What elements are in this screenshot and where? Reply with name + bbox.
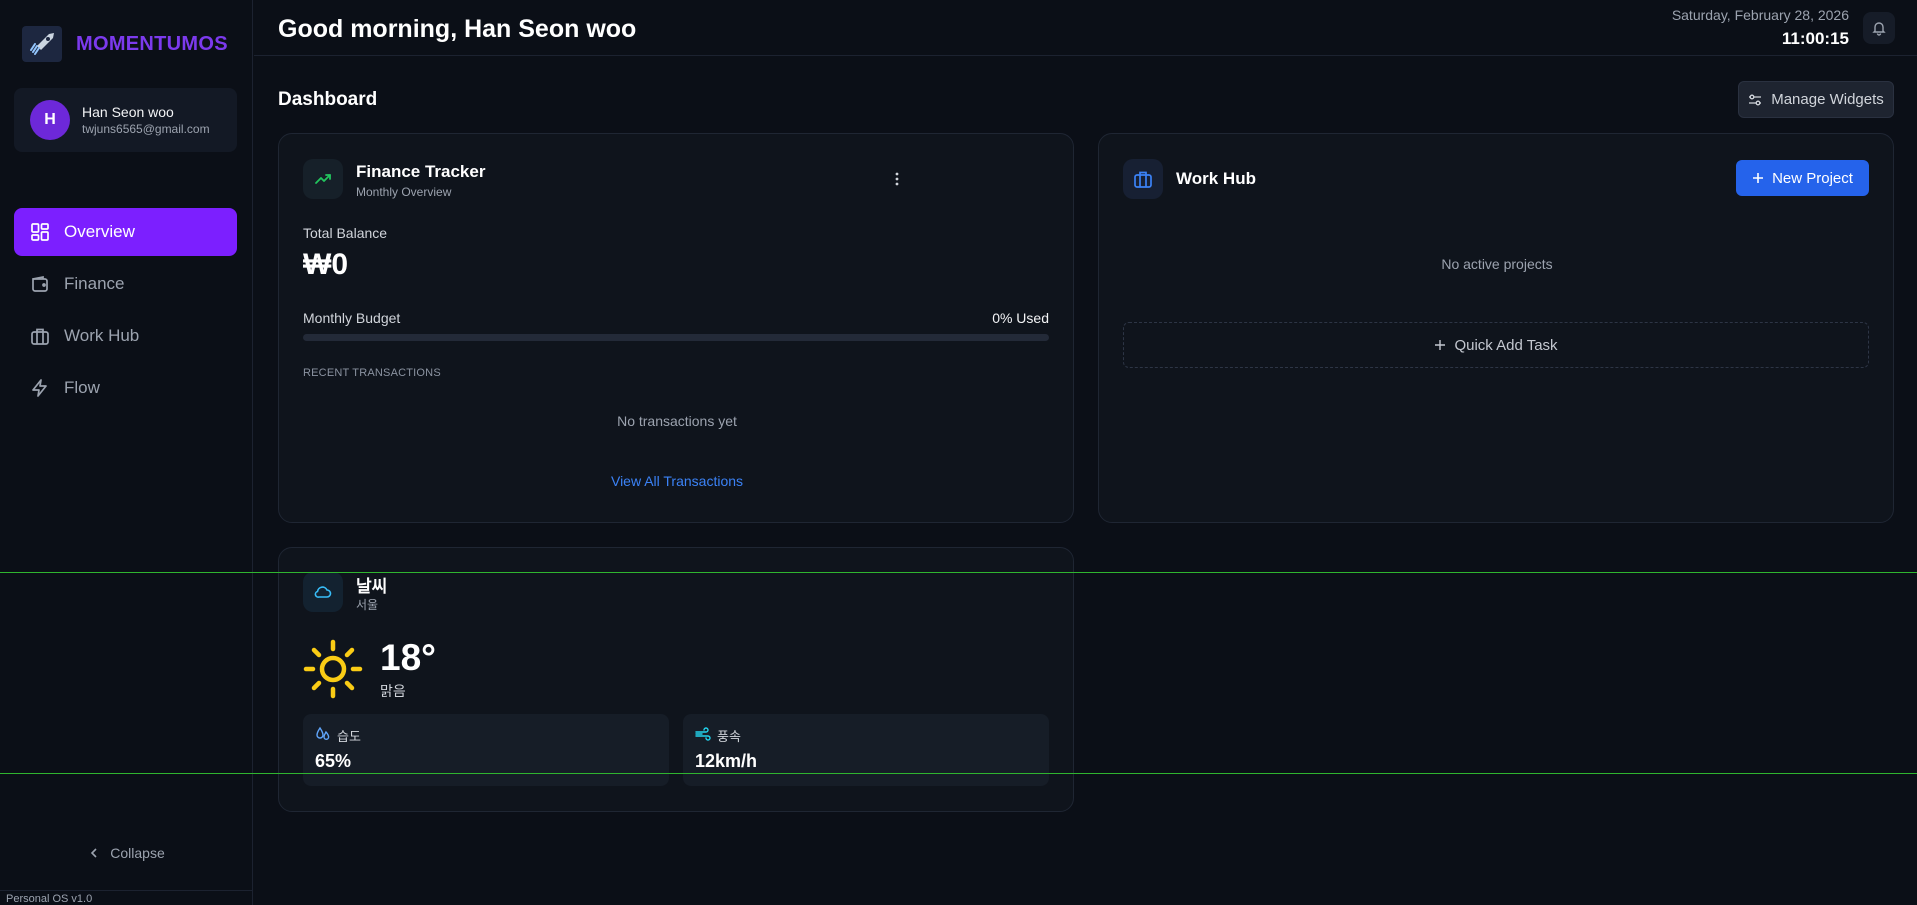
trend-up-icon [303, 159, 343, 199]
brand[interactable]: MOMENTUMOS [22, 26, 228, 62]
brand-name: MOMENTUMOS [76, 32, 228, 55]
lightning-icon [32, 379, 47, 397]
top-bar: Good morning, Han Seon woo Saturday, Feb… [254, 0, 1917, 56]
new-project-label: New Project [1772, 169, 1853, 187]
briefcase-icon [31, 328, 49, 345]
quick-add-task-label: Quick Add Task [1454, 336, 1558, 354]
humidity-card: 습도 65% [303, 714, 669, 786]
work-hub-widget: Work Hub New Project No active projects … [1098, 133, 1894, 523]
sidebar-nav: Overview Finance Work Hub Flow [14, 208, 237, 416]
bell-icon [1872, 22, 1886, 36]
wind-label: 풍속 [717, 729, 741, 744]
avatar: H [30, 100, 70, 140]
collapse-button[interactable]: Collapse [0, 845, 253, 861]
user-profile-card[interactable]: H Han Seon woo twjuns6565@gmail.com [14, 88, 237, 152]
budget-progress-bar [303, 334, 1049, 341]
finance-tracker-widget: Finance Tracker Monthly Overview Total B… [278, 133, 1074, 523]
sidebar: MOMENTUMOS H Han Seon woo twjuns6565@gma… [0, 0, 253, 905]
sliders-icon [1749, 94, 1762, 105]
sidebar-item-label: Flow [64, 378, 100, 397]
humidity-label: 습도 [337, 729, 361, 744]
sidebar-item-label: Overview [64, 222, 135, 241]
kebab-menu-icon [895, 172, 899, 186]
sidebar-item-label: Work Hub [64, 326, 140, 345]
guide-line-top [0, 572, 1917, 573]
sidebar-item-work-hub[interactable]: Work Hub [14, 312, 237, 360]
sidebar-item-label: Finance [64, 274, 125, 293]
sun-icon [303, 639, 363, 704]
sidebar-item-flow[interactable]: Flow [14, 364, 237, 412]
finance-title: Finance Tracker [356, 162, 486, 181]
notifications-button[interactable] [1863, 12, 1895, 44]
budget-used-label: 0% Used [992, 310, 1049, 326]
user-name: Han Seon woo [82, 104, 174, 120]
droplets-icon [316, 726, 330, 740]
total-balance-label: Total Balance [303, 225, 388, 241]
weather-condition: 맑음 [380, 683, 406, 699]
sidebar-item-finance[interactable]: Finance [14, 260, 237, 308]
user-email: twjuns6565@gmail.com [82, 122, 210, 136]
guide-line-bottom [0, 773, 1917, 774]
weather-location: 서울 [356, 598, 379, 612]
rocket-logo-icon [22, 26, 62, 62]
new-project-button[interactable]: New Project [1736, 160, 1869, 196]
wind-icon [695, 727, 711, 741]
wallet-icon [32, 275, 48, 292]
greeting: Good morning, Han Seon woo [278, 15, 637, 43]
page-title: Dashboard [278, 89, 378, 110]
current-date: Saturday, February 28, 2026 [1671, 7, 1849, 23]
plus-icon [1753, 173, 1764, 183]
temperature: 18° [380, 637, 436, 678]
chevron-left-icon [91, 848, 97, 858]
grid-icon [31, 223, 49, 241]
plus-icon [1435, 340, 1446, 350]
cloud-icon [303, 572, 343, 612]
weather-title: 날씨 [356, 577, 388, 596]
current-time: 11:00:15 [1781, 29, 1849, 48]
no-active-projects-text: No active projects [1441, 256, 1553, 272]
recent-transactions-heading: RECENT TRANSACTIONS [303, 367, 441, 379]
view-all-transactions-link[interactable]: View All Transactions [279, 473, 1075, 489]
total-balance-value: ₩0 [303, 248, 348, 281]
work-hub-title: Work Hub [1176, 169, 1256, 188]
humidity-value: 65% [315, 751, 352, 771]
wind-card: 풍속 12km/h [683, 714, 1049, 786]
manage-widgets-label: Manage Widgets [1771, 91, 1884, 108]
sidebar-item-overview[interactable]: Overview [14, 208, 237, 256]
collapse-label: Collapse [110, 845, 165, 861]
version-label: Personal OS v1.0 [0, 890, 253, 905]
wind-value: 12km/h [695, 751, 758, 771]
monthly-budget-label: Monthly Budget [303, 310, 401, 326]
briefcase-icon [1123, 159, 1163, 199]
finance-subtitle: Monthly Overview [356, 185, 452, 199]
more-options-button[interactable] [887, 169, 907, 189]
no-transactions-text: No transactions yet [617, 413, 737, 429]
manage-widgets-button[interactable]: Manage Widgets [1738, 81, 1894, 118]
quick-add-task-button[interactable]: Quick Add Task [1123, 322, 1869, 368]
